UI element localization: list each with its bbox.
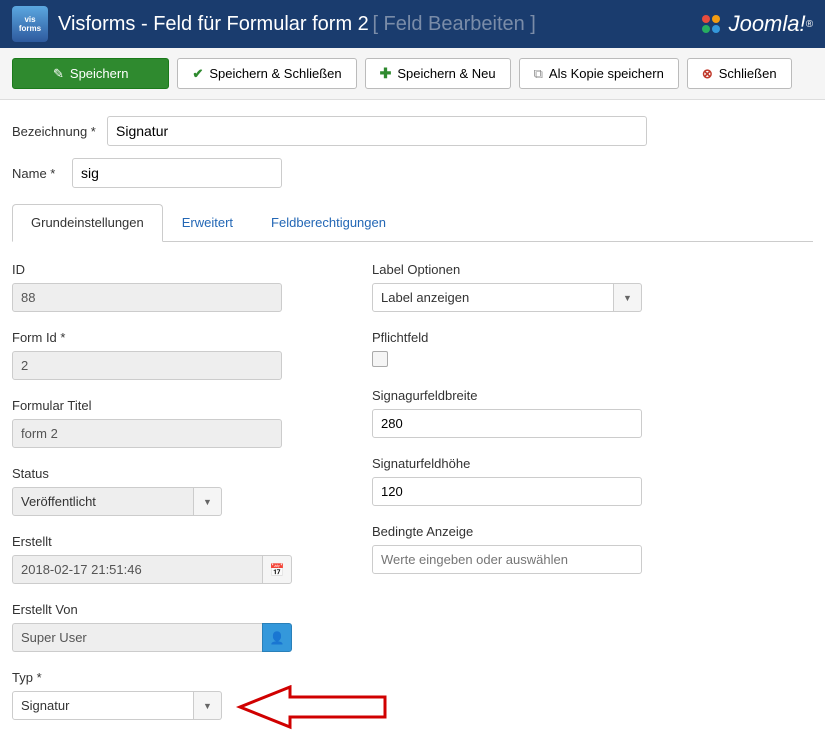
erstelltvon-value: Super User <box>12 623 262 652</box>
check-icon: ✔ <box>192 66 203 82</box>
status-select[interactable]: Veröffentlicht ▼ <box>12 487 222 516</box>
tab-feldberechtigungen[interactable]: Feldberechtigungen <box>252 204 405 241</box>
formid-label: Form Id * <box>12 330 292 345</box>
status-value: Veröffentlicht <box>12 487 194 516</box>
formid-value: 2 <box>12 351 282 380</box>
joomla-brand: Joomla!® <box>699 11 813 37</box>
bezeichnung-row: Bezeichnung * <box>12 116 813 146</box>
edit-icon: ✎ <box>53 66 64 82</box>
tabs: Grundeinstellungen Erweitert Feldberecht… <box>12 204 813 242</box>
joomla-text: Joomla! <box>729 11 806 37</box>
page-subtitle: [ Feld Bearbeiten ] <box>372 13 535 36</box>
id-label: ID <box>12 262 292 277</box>
bezeichnung-label: Bezeichnung * <box>12 124 97 139</box>
user-icon: 👤 <box>270 631 285 645</box>
pflicht-checkbox[interactable] <box>372 351 388 367</box>
height-label: Signaturfeldhöhe <box>372 456 652 471</box>
close-icon: ⊗ <box>702 66 713 82</box>
save-new-button[interactable]: ✚ Speichern & Neu <box>365 58 511 89</box>
save-close-label: Speichern & Schließen <box>209 66 341 81</box>
name-label: Name * <box>12 166 62 181</box>
save-label: Speichern <box>70 66 129 81</box>
status-group: Status Veröffentlicht ▼ <box>12 466 292 516</box>
typ-value: Signatur <box>12 691 194 720</box>
bedingt-label: Bedingte Anzeige <box>372 524 652 539</box>
erstellt-group: Erstellt 2018-02-17 21:51:46 📅 <box>12 534 292 584</box>
chevron-down-icon[interactable]: ▼ <box>194 487 222 516</box>
save-copy-button[interactable]: ⧉ Als Kopie speichern <box>519 58 679 89</box>
labelopt-group: Label Optionen Label anzeigen ▼ <box>372 262 652 312</box>
erstelltvon-group: Erstellt Von Super User 👤 <box>12 602 292 652</box>
erstelltvon-input-group: Super User 👤 <box>12 623 292 652</box>
tab-erweitert[interactable]: Erweitert <box>163 204 252 241</box>
close-button[interactable]: ⊗ Schließen <box>687 58 792 89</box>
erstelltvon-label: Erstellt Von <box>12 602 292 617</box>
joomla-icon <box>699 12 723 36</box>
chevron-down-icon[interactable]: ▼ <box>194 691 222 720</box>
visforms-logo: vis forms <box>12 6 48 42</box>
typ-label: Typ * <box>12 670 292 685</box>
tab-grundeinstellungen[interactable]: Grundeinstellungen <box>12 204 163 242</box>
header: vis forms Visforms - Feld für Formular f… <box>0 0 825 48</box>
width-group: Signagurfeldbreite <box>372 388 652 438</box>
erstellt-input-group: 2018-02-17 21:51:46 📅 <box>12 555 292 584</box>
width-label: Signagurfeldbreite <box>372 388 652 403</box>
formtitle-label: Formular Titel <box>12 398 292 413</box>
bedingt-group: Bedingte Anzeige <box>372 524 652 574</box>
height-group: Signaturfeldhöhe <box>372 456 652 506</box>
typ-select[interactable]: Signatur ▼ <box>12 691 222 720</box>
bedingt-input[interactable] <box>372 545 642 574</box>
calendar-button[interactable]: 📅 <box>262 555 292 584</box>
pflicht-group: Pflichtfeld <box>372 330 652 370</box>
formtitle-group: Formular Titel form 2 <box>12 398 292 448</box>
close-label: Schließen <box>719 66 777 81</box>
formtitle-value: form 2 <box>12 419 282 448</box>
plus-icon: ✚ <box>380 65 392 82</box>
joomla-reg: ® <box>806 19 813 30</box>
id-value: 88 <box>12 283 282 312</box>
id-group: ID 88 <box>12 262 292 312</box>
erstellt-label: Erstellt <box>12 534 292 549</box>
height-input[interactable] <box>372 477 642 506</box>
typ-group: Typ * Signatur ▼ <box>12 670 292 720</box>
form-columns: ID 88 Form Id * 2 Formular Titel form 2 … <box>12 262 813 738</box>
calendar-icon: 📅 <box>270 563 285 577</box>
left-column: ID 88 Form Id * 2 Formular Titel form 2 … <box>12 262 292 738</box>
save-button[interactable]: ✎ Speichern <box>12 58 169 89</box>
name-input[interactable] <box>72 158 282 188</box>
labelopt-select[interactable]: Label anzeigen ▼ <box>372 283 642 312</box>
status-label: Status <box>12 466 292 481</box>
save-copy-label: Als Kopie speichern <box>549 66 664 81</box>
save-close-button[interactable]: ✔ Speichern & Schließen <box>177 58 356 89</box>
pflicht-label: Pflichtfeld <box>372 330 652 345</box>
save-new-label: Speichern & Neu <box>397 66 495 81</box>
user-button[interactable]: 👤 <box>262 623 292 652</box>
width-input[interactable] <box>372 409 642 438</box>
bezeichnung-input[interactable] <box>107 116 647 146</box>
erstellt-value: 2018-02-17 21:51:46 <box>12 555 262 584</box>
logo-text-bottom: forms <box>19 24 41 33</box>
logo-text-top: vis <box>24 15 35 24</box>
right-column: Label Optionen Label anzeigen ▼ Pflichtf… <box>372 262 652 738</box>
page-title: Visforms - Feld für Formular form 2 <box>58 13 369 36</box>
labelopt-label: Label Optionen <box>372 262 652 277</box>
labelopt-value: Label anzeigen <box>372 283 614 312</box>
formid-group: Form Id * 2 <box>12 330 292 380</box>
content: Bezeichnung * Name * Grundeinstellungen … <box>0 100 825 754</box>
name-row: Name * <box>12 158 813 188</box>
copy-icon: ⧉ <box>534 66 543 82</box>
toolbar: ✎ Speichern ✔ Speichern & Schließen ✚ Sp… <box>0 48 825 100</box>
chevron-down-icon[interactable]: ▼ <box>614 283 642 312</box>
